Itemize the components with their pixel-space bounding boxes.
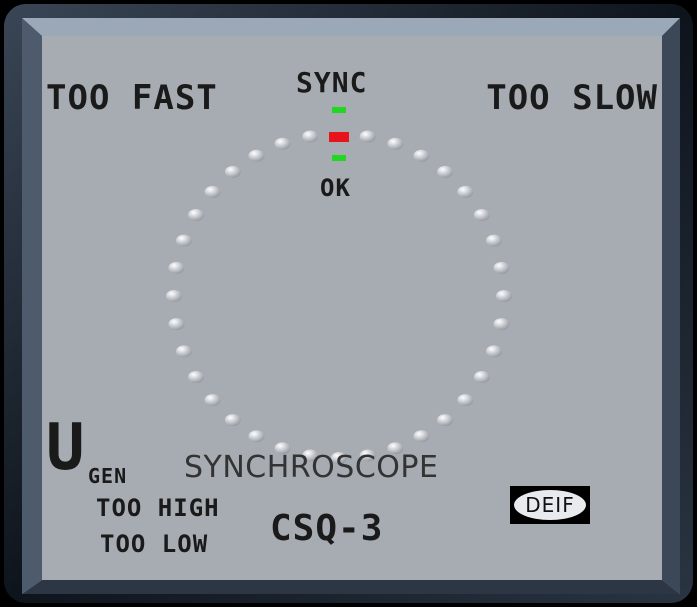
ring-led (473, 371, 490, 383)
voltage-too-high-indicator: TOO HIGH (96, 494, 220, 522)
ring-led (188, 371, 205, 383)
display-face: TOO FAST TOO SLOW SYNC OK U GEN SYNCHROS… (42, 36, 662, 580)
sync-band-upper (332, 107, 346, 113)
ring-led (248, 430, 265, 443)
ring-led (486, 234, 502, 247)
deif-logo: DEIF (510, 486, 590, 524)
ring-led (359, 130, 376, 143)
ring-led (457, 394, 474, 407)
ring-led (274, 137, 291, 150)
ring-led (168, 261, 185, 274)
ring-led (168, 318, 185, 331)
ring-led (302, 130, 319, 143)
ring-led (188, 209, 205, 221)
ring-led (486, 345, 502, 358)
ring-led (224, 165, 241, 178)
sync-band-lower (332, 155, 346, 161)
ring-led (224, 414, 241, 427)
ring-led (437, 165, 454, 178)
ring-led (176, 234, 192, 247)
voltage-too-low-indicator: TOO LOW (100, 530, 209, 558)
ring-led (204, 185, 221, 198)
ring-led (387, 137, 404, 150)
too-slow-indicator: TOO SLOW (486, 78, 658, 118)
ring-led (496, 290, 512, 302)
ring-led (204, 394, 221, 407)
ring-led (166, 290, 182, 302)
ring-led (413, 149, 430, 162)
gen-subscript: GEN (88, 464, 128, 488)
lit-segment-led (329, 132, 349, 142)
u-gen-symbol: U (46, 411, 86, 485)
ring-led (437, 414, 454, 427)
ring-led (457, 185, 474, 198)
ring-led (493, 261, 510, 274)
sync-label: SYNC (296, 66, 368, 99)
ring-led (248, 149, 265, 162)
ring-led (413, 430, 430, 443)
ring-led (473, 209, 490, 221)
ok-label: OK (320, 174, 351, 202)
too-fast-indicator: TOO FAST (46, 78, 218, 118)
instrument-title: SYNCHROSCOPE (184, 450, 439, 485)
ring-led (176, 345, 192, 358)
ring-led (493, 318, 510, 331)
model-label: CSQ-3 (270, 508, 384, 549)
deif-logo-text: DEIF (514, 490, 586, 520)
